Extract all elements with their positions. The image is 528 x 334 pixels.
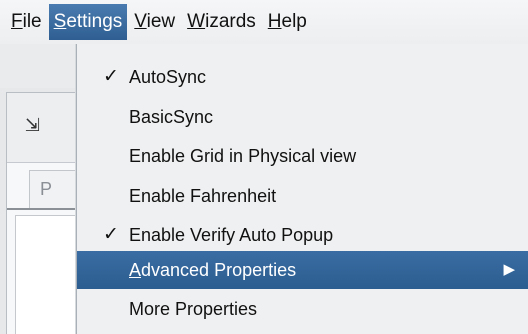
submenu-arrow-icon: ▶ <box>503 261 515 278</box>
settings-dropdown-menu: ✓ AutoSync BasicSync Enable Grid in Phys… <box>76 44 528 334</box>
menu-item-advanced-properties[interactable]: Advanced Properties ▶ <box>77 251 528 289</box>
panel-content <box>15 215 81 334</box>
menu-item-label-rest: dvanced Properties <box>141 260 297 280</box>
menu-file[interactable]: File <box>6 4 47 40</box>
menu-item-label: Advanced Properties <box>129 251 296 289</box>
side-panel: ⇲ P <box>6 92 86 334</box>
menu-item-label: Enable Grid in Physical view <box>129 146 357 166</box>
menu-help-label: elp <box>281 11 307 32</box>
menu-help[interactable]: Help <box>263 4 312 40</box>
menu-item-enable-verify-auto-popup[interactable]: ✓ Enable Verify Auto Popup <box>77 216 528 254</box>
menu-wizards-mnemonic: W <box>187 11 206 32</box>
menu-view-label: iew <box>146 11 176 32</box>
menu-file-mnemonic: F <box>11 11 23 32</box>
menu-item-autosync[interactable]: ✓ AutoSync <box>77 58 528 96</box>
dock-panel-icon[interactable]: ⇲ <box>25 115 40 136</box>
menu-bar: File Settings View Wizards Help <box>0 0 528 44</box>
menu-item-enable-grid[interactable]: Enable Grid in Physical view <box>77 137 528 175</box>
menu-view-mnemonic: V <box>134 11 147 32</box>
menu-wizards[interactable]: Wizards <box>182 4 261 40</box>
menu-settings-mnemonic: S <box>53 11 67 32</box>
menu-item-label: BasicSync <box>129 107 214 127</box>
checkmark-icon: ✓ <box>103 66 119 87</box>
side-panel-header: ⇲ <box>7 93 85 163</box>
menu-help-mnemonic: H <box>267 11 282 32</box>
menu-item-label: Enable Verify Auto Popup <box>129 225 334 245</box>
panel-tab-label: P <box>40 179 53 199</box>
menu-item-basicsync[interactable]: BasicSync <box>77 98 528 136</box>
menu-item-enable-fahrenheit[interactable]: Enable Fahrenheit <box>77 177 528 215</box>
menu-wizards-label: izards <box>205 11 256 32</box>
menu-item-label: More Properties <box>129 299 258 319</box>
menu-item-label: AutoSync <box>129 67 207 87</box>
menu-settings[interactable]: Settings <box>48 4 128 40</box>
menu-settings-label: ettings <box>66 11 123 32</box>
application-window: ⇲ P File Settings View Wizards Help ✓ Au… <box>0 0 528 334</box>
checkmark-icon: ✓ <box>103 224 119 245</box>
menu-file-label: ile <box>22 11 42 32</box>
menu-view[interactable]: View <box>129 4 180 40</box>
tab-divider <box>7 208 85 210</box>
menu-item-more-properties[interactable]: More Properties <box>77 290 528 328</box>
menu-item-label: Enable Fahrenheit <box>129 186 277 206</box>
menu-item-mnemonic: A <box>129 260 142 280</box>
